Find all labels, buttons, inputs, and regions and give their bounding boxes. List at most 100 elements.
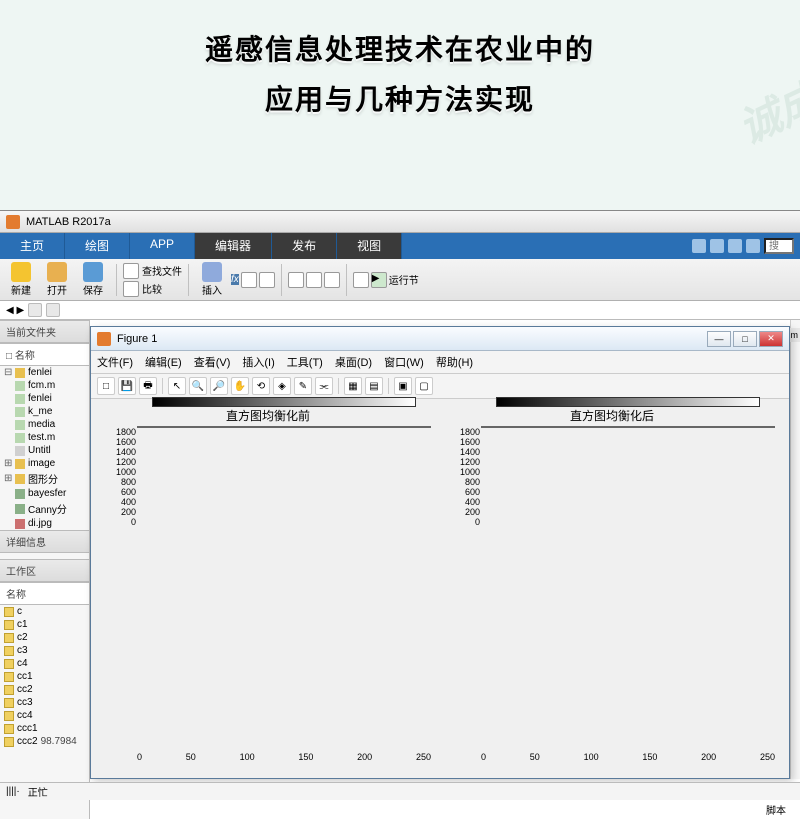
figure-titlebar[interactable]: Figure 1 — □ ✕: [91, 327, 789, 351]
status-bar: ||||·正忙: [0, 782, 800, 800]
menu-edit[interactable]: 编辑(E): [145, 354, 182, 370]
ribbon-icon[interactable]: [692, 239, 706, 253]
tab-publish[interactable]: 发布: [272, 233, 337, 259]
menu-window[interactable]: 窗口(W): [384, 354, 424, 370]
ribbon-icon[interactable]: [710, 239, 724, 253]
menu-help[interactable]: 帮助(H): [436, 354, 473, 370]
zoom-out-icon[interactable]: 🔎: [210, 377, 228, 395]
left-sidebar: 当前文件夹 □ 名称 ⊟fenleifcm.mfenleik_memediate…: [0, 320, 90, 819]
ribbon-tabs: 主页 绘图 APP 编辑器 发布 视图: [0, 233, 800, 259]
file-item[interactable]: Canny分: [0, 500, 89, 517]
indent-button[interactable]: [306, 272, 322, 288]
link-icon[interactable]: ⫘: [315, 377, 333, 395]
tab-view[interactable]: 视图: [337, 233, 402, 259]
window-titlebar[interactable]: MATLAB R2017a: [0, 211, 800, 233]
dropdown-button[interactable]: [259, 272, 275, 288]
comment-button[interactable]: [288, 272, 304, 288]
file-item[interactable]: media: [0, 418, 89, 431]
breakpoint-button[interactable]: [353, 272, 369, 288]
file-item[interactable]: fcm.m: [0, 379, 89, 392]
ribbon-icon[interactable]: [728, 239, 742, 253]
nav-arrows[interactable]: ◀ ▶: [6, 305, 24, 316]
menu-tools[interactable]: 工具(T): [287, 354, 323, 370]
zoom-in-icon[interactable]: 🔍: [189, 377, 207, 395]
plot-title-right: 直方图均衡化后: [449, 407, 775, 424]
workspace-header[interactable]: 工作区: [0, 559, 89, 582]
hide-tools-icon[interactable]: ▢: [415, 377, 433, 395]
workspace-var[interactable]: cc3: [0, 696, 89, 709]
close-button[interactable]: ✕: [759, 331, 783, 347]
axes-right[interactable]: 180016001400120010008006004002000: [481, 426, 775, 428]
plot-right: 直方图均衡化后 18001600140012001000800600400200…: [449, 407, 775, 764]
address-bar[interactable]: ◀ ▶: [0, 301, 800, 320]
file-item[interactable]: test.m: [0, 431, 89, 444]
save-button[interactable]: 保存: [76, 259, 110, 300]
menu-desktop[interactable]: 桌面(D): [335, 354, 372, 370]
path-segment[interactable]: [46, 303, 60, 317]
matlab-window: MATLAB R2017a 主页 绘图 APP 编辑器 发布 视图 新建 打开 …: [0, 210, 800, 800]
workspace-var[interactable]: ccc1: [0, 722, 89, 735]
plot-tools-icon[interactable]: ▣: [394, 377, 412, 395]
rotate-icon[interactable]: ⟲: [252, 377, 270, 395]
new-fig-icon[interactable]: □: [97, 377, 115, 395]
workspace-var[interactable]: c4: [0, 657, 89, 670]
save-fig-icon[interactable]: 💾: [118, 377, 136, 395]
workspace-var[interactable]: c: [0, 605, 89, 618]
maximize-button[interactable]: □: [733, 331, 757, 347]
colorbar-icon[interactable]: ▦: [344, 377, 362, 395]
file-item[interactable]: bayesfer: [0, 487, 89, 500]
axes-left[interactable]: 180016001400120010008006004002000: [137, 426, 431, 428]
help-icon[interactable]: [746, 239, 760, 253]
file-item[interactable]: Untitl: [0, 444, 89, 457]
new-button[interactable]: 新建: [4, 259, 38, 300]
workspace-var[interactable]: cc2: [0, 683, 89, 696]
script-label: 脚本: [766, 802, 786, 817]
search-input[interactable]: [764, 238, 794, 254]
datatip-icon[interactable]: ◈: [273, 377, 291, 395]
file-item[interactable]: ⊞图形分: [0, 470, 89, 487]
menu-insert[interactable]: 插入(I): [242, 354, 274, 370]
workspace-var[interactable]: cc4: [0, 709, 89, 722]
file-item[interactable]: di.jpg: [0, 517, 89, 530]
menu-file[interactable]: 文件(F): [97, 354, 133, 370]
file-item[interactable]: fenlei: [0, 392, 89, 405]
figure-window: Figure 1 — □ ✕ 文件(F) 编辑(E) 查看(V) 插入(I) 工…: [90, 326, 790, 779]
workspace-var[interactable]: ccc298.7984: [0, 735, 89, 748]
tab-plot[interactable]: 绘图: [65, 233, 130, 259]
menu-view[interactable]: 查看(V): [194, 354, 231, 370]
page-headline-1: 遥感信息处理技术在农业中的: [0, 0, 800, 78]
workspace-var[interactable]: cc1: [0, 670, 89, 683]
pointer-icon[interactable]: ↖: [168, 377, 186, 395]
ws-name-column[interactable]: 名称: [0, 582, 89, 605]
workspace-var[interactable]: c2: [0, 631, 89, 644]
details-header[interactable]: 详细信息: [0, 530, 89, 553]
legend-icon[interactable]: ▤: [365, 377, 383, 395]
gradient-bar: [152, 397, 416, 407]
minimize-button[interactable]: —: [707, 331, 731, 347]
figure-title: Figure 1: [117, 333, 157, 345]
file-item[interactable]: k_me: [0, 405, 89, 418]
outdent-button[interactable]: [324, 272, 340, 288]
file-item[interactable]: ⊞image: [0, 457, 89, 470]
open-button[interactable]: 打开: [40, 259, 74, 300]
fx-button[interactable]: fx: [231, 274, 239, 285]
workspace-list: cc1c2c3c4cc1cc2cc3cc4ccc1ccc298.7984: [0, 605, 89, 748]
tab-home[interactable]: 主页: [0, 233, 65, 259]
file-item[interactable]: ⊟fenlei: [0, 366, 89, 379]
insert-button[interactable]: 插入: [195, 259, 229, 300]
section-button[interactable]: [241, 272, 257, 288]
tab-app[interactable]: APP: [130, 233, 195, 259]
print-icon[interactable]: 🖶: [139, 377, 157, 395]
current-folder-header[interactable]: 当前文件夹: [0, 320, 89, 343]
run-section-button[interactable]: ▶: [371, 272, 387, 288]
brush-icon[interactable]: ✎: [294, 377, 312, 395]
path-segment[interactable]: [28, 303, 42, 317]
tab-editor[interactable]: 编辑器: [195, 233, 272, 259]
workspace-var[interactable]: c3: [0, 644, 89, 657]
compare-button[interactable]: [123, 281, 139, 297]
workspace-var[interactable]: c1: [0, 618, 89, 631]
pan-icon[interactable]: ✋: [231, 377, 249, 395]
find-files-button[interactable]: [123, 263, 139, 279]
name-column[interactable]: □ 名称: [0, 343, 89, 366]
file-tree: ⊟fenleifcm.mfenleik_memediatest.mUntitl⊞…: [0, 366, 89, 530]
